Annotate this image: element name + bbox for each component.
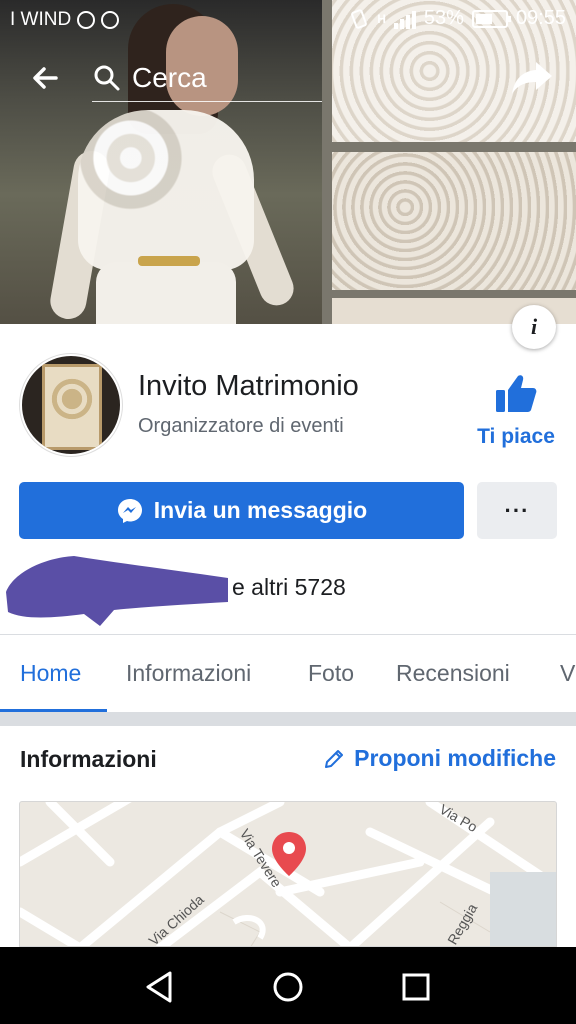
share-button[interactable] — [510, 58, 554, 98]
page-tabs: Home Informazioni Foto Recensioni V — [0, 636, 576, 712]
system-nav-bar — [0, 947, 576, 1024]
battery-percent: 53% — [423, 7, 464, 29]
info-icon: i — [530, 314, 538, 339]
more-icon: ··· — [504, 497, 530, 523]
notification-icon — [77, 11, 96, 29]
network-type: H — [377, 11, 386, 26]
back-button[interactable] — [26, 58, 66, 98]
search-icon — [94, 65, 120, 90]
divider — [0, 634, 576, 635]
tab-overflow[interactable]: V — [560, 660, 575, 687]
signal-icon — [393, 9, 416, 29]
cover-gold-belt — [138, 256, 200, 266]
thumbs-up-icon — [496, 375, 537, 412]
cover-invitations-image — [322, 0, 576, 324]
pencil-icon — [325, 749, 344, 768]
page-avatar[interactable] — [20, 354, 122, 456]
status-bar: I WIND H 53% 09:55 — [0, 0, 576, 40]
back-arrow-icon — [33, 67, 58, 89]
cover-invitation-panel — [332, 152, 576, 290]
send-message-button[interactable]: Invia un messaggio — [19, 482, 464, 539]
carrier-label: I WIND — [10, 9, 72, 30]
whatsapp-icon — [101, 11, 120, 29]
section-separator — [0, 712, 576, 726]
cover-lace-dress — [78, 110, 254, 270]
search-placeholder: Cerca — [132, 61, 207, 93]
tab-informazioni[interactable]: Informazioni — [126, 660, 251, 687]
clock: 09:55 — [515, 7, 566, 29]
messenger-icon — [117, 498, 142, 523]
tab-home[interactable]: Home — [20, 660, 81, 687]
tab-foto[interactable]: Foto — [308, 660, 354, 687]
info-button[interactable]: i — [512, 305, 556, 349]
location-map[interactable]: Via Tevere Via Po Via Chioda Reggia — [19, 801, 557, 947]
more-options-button[interactable]: ··· — [477, 482, 557, 539]
page-category[interactable]: Organizzatore di eventi — [138, 415, 344, 438]
like-button[interactable]: Ti piace — [472, 372, 560, 452]
propose-edits-button[interactable]: Proponi modifiche — [322, 745, 556, 772]
share-icon — [512, 62, 552, 94]
search-bar[interactable]: Cerca — [92, 54, 322, 102]
send-message-label: Invia un messaggio — [153, 497, 368, 523]
nav-home-icon[interactable] — [268, 967, 308, 1007]
section-title: Informazioni — [20, 746, 157, 772]
cover-photo[interactable] — [0, 0, 576, 324]
propose-edits-label: Proponi modifiche — [354, 745, 556, 771]
likes-count-text[interactable]: e altri 5728 — [232, 574, 346, 601]
map-pin-icon — [272, 832, 306, 876]
page-title: Invito Matrimonio — [138, 370, 359, 402]
like-label: Ti piace — [477, 425, 555, 448]
nav-recents-icon[interactable] — [396, 967, 436, 1007]
battery-icon — [471, 9, 511, 28]
redacted-names — [6, 556, 228, 626]
nav-back-icon[interactable] — [140, 967, 180, 1007]
cover-skirt — [96, 262, 236, 324]
avatar-tree-motif — [50, 374, 94, 424]
vibrate-icon — [351, 8, 368, 29]
cover-bride-image — [0, 0, 322, 324]
tab-recensioni[interactable]: Recensioni — [396, 660, 510, 687]
